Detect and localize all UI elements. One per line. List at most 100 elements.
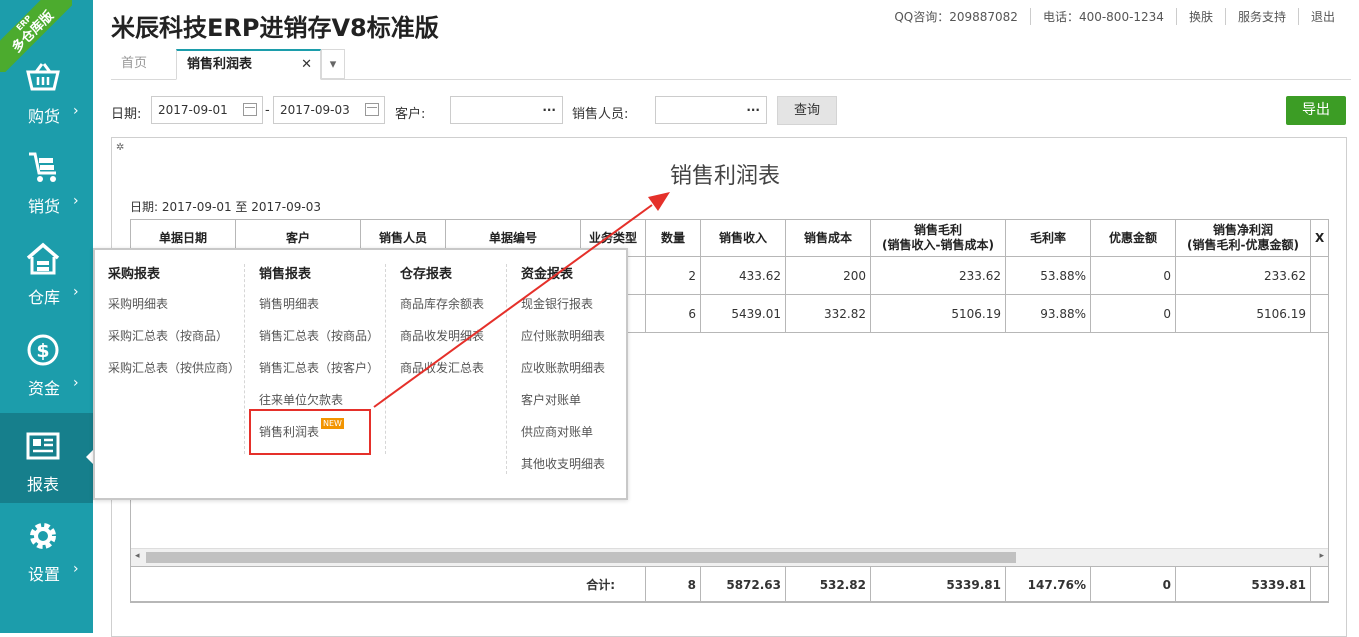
menu-item[interactable]: 商品收发明细表 <box>400 320 500 352</box>
total-net: 5339.81 <box>1175 566 1311 603</box>
date-to-input[interactable]: 2017-09-03 <box>273 96 385 124</box>
table-cell: 6 <box>645 294 701 333</box>
scroll-left-icon[interactable]: ◂ <box>135 551 140 561</box>
tab-bar: 首页 销售利润表 ✕ ▾ <box>111 49 1351 80</box>
tab-home[interactable]: 首页 <box>111 49 175 79</box>
sales-person-input[interactable]: ··· <box>655 96 767 124</box>
date-label: 日期: <box>111 107 142 122</box>
nav-reports-label: 报表 <box>27 475 60 494</box>
qq-contact[interactable]: QQ咨询：209887082 <box>882 8 1030 25</box>
calendar-icon[interactable] <box>243 103 257 116</box>
menu-item[interactable]: 销售明细表 <box>259 288 389 320</box>
nav-finance[interactable]: $ 资金 › <box>0 317 93 407</box>
customer-input[interactable]: ··· <box>450 96 563 124</box>
chevron-right-icon: › <box>73 375 79 391</box>
nav-purchase-label: 购货 <box>28 107 61 126</box>
calendar-icon[interactable] <box>365 103 379 116</box>
menu-item[interactable]: 商品收发汇总表 <box>400 352 500 384</box>
menu-item[interactable]: 应付账款明细表 <box>521 320 631 352</box>
chevron-right-icon: › <box>73 284 79 300</box>
nav-settings[interactable]: 设置 › <box>0 503 93 593</box>
support-link[interactable]: 服务支持 <box>1224 8 1298 25</box>
cart-icon <box>29 152 56 182</box>
top-links: QQ咨询：209887082 电话：400-800-1234 换肤 服务支持 退出 <box>882 8 1347 25</box>
nav-sales[interactable]: 销货 › <box>0 135 93 225</box>
menu-item[interactable]: 销售汇总表（按商品） <box>259 320 389 352</box>
chevron-down-icon[interactable]: ▾ <box>321 49 345 79</box>
date-to-value: 2017-09-03 <box>280 103 350 117</box>
report-icon <box>26 432 60 460</box>
table-cell: 5439.01 <box>700 294 786 333</box>
table-cell: 2 <box>645 256 701 295</box>
menu-col-title: 资金报表 <box>521 267 574 282</box>
tab-sales-profit-label: 销售利润表 <box>187 57 253 72</box>
menu-col-stock: 仓存报表 商品库存余额表 商品收发明细表 商品收发汇总表 <box>385 264 500 454</box>
table-cell: 53.88% <box>1005 256 1091 295</box>
close-icon[interactable]: ✕ <box>301 51 312 79</box>
menu-col-title: 仓存报表 <box>400 267 453 282</box>
date-separator: - <box>265 103 270 118</box>
customer-label: 客户: <box>395 107 426 122</box>
query-button[interactable]: 查询 <box>777 96 837 125</box>
totals-row: 合计: 8 5872.63 532.82 5339.81 147.76% 0 5… <box>130 566 1329 603</box>
more-dots-icon[interactable]: ··· <box>746 97 760 123</box>
nav-finance-label: 资金 <box>28 379 61 398</box>
nav-reports[interactable]: 报表 <box>0 413 93 503</box>
total-cost: 532.82 <box>785 566 871 603</box>
menu-item[interactable]: 商品库存余额表 <box>400 288 500 320</box>
dollar-icon: $ <box>27 334 59 366</box>
nav-warehouse-label: 仓库 <box>28 288 61 307</box>
column-header: 优惠金额 <box>1090 219 1176 257</box>
column-header: 销售净利润 (销售毛利-优惠金额) <box>1175 219 1311 257</box>
table-cell: 433.62 <box>700 256 786 295</box>
more-dots-icon[interactable]: ··· <box>542 97 556 123</box>
chevron-right-icon: › <box>73 193 79 209</box>
chevron-right-icon: › <box>73 103 79 119</box>
report-date-range: 日期: 2017-09-01 至 2017-09-03 <box>130 200 321 214</box>
menu-item[interactable]: 其他收支明细表 <box>521 448 631 480</box>
sidebar: 购货 › 销货 › 仓库 › $ 资金 › 报表 设置 › ERP 多仓库版 <box>0 0 93 633</box>
scroll-right-icon[interactable]: ▸ <box>1319 551 1324 561</box>
menu-item[interactable]: 供应商对账单 <box>521 416 631 448</box>
reports-flyout-menu: 采购报表 采购明细表 采购汇总表（按商品） 采购汇总表（按供应商） 销售报表 销… <box>93 248 628 500</box>
totals-table: 合计: 8 5872.63 532.82 5339.81 147.76% 0 5… <box>130 566 1329 603</box>
skin-link[interactable]: 换肤 <box>1175 8 1225 25</box>
table-cell: 233.62 <box>870 256 1006 295</box>
nav-sales-label: 销货 <box>28 197 61 216</box>
chevron-right-icon: › <box>73 561 79 577</box>
settings-small-icon[interactable]: ✲ <box>116 142 124 153</box>
table-cell: 233.62 <box>1175 256 1311 295</box>
scrollbar-thumb[interactable] <box>146 552 1016 563</box>
menu-item[interactable]: 采购汇总表（按供应商） <box>108 352 240 384</box>
totals-label: 合计: <box>130 566 646 603</box>
gear-icon <box>30 523 56 549</box>
tab-sales-profit[interactable]: 销售利润表 ✕ <box>176 49 321 80</box>
svg-text:$: $ <box>36 340 49 362</box>
column-header: 数量 <box>645 219 701 257</box>
app-title: 米辰科技ERP进销存V8标准版 <box>111 14 439 42</box>
total-spacer <box>1310 566 1329 603</box>
annotation-highlight-box <box>249 409 371 455</box>
table-cell: 0 <box>1090 256 1176 295</box>
table-cell: 200 <box>785 256 871 295</box>
export-button[interactable]: 导出 <box>1286 96 1346 125</box>
horizontal-scrollbar[interactable]: ◂ ▸ <box>131 548 1328 566</box>
menu-item[interactable]: 客户对账单 <box>521 384 631 416</box>
phone-contact: 电话：400-800-1234 <box>1029 8 1176 25</box>
nav-warehouse[interactable]: 仓库 › <box>0 226 93 316</box>
date-from-input[interactable]: 2017-09-01 <box>151 96 263 124</box>
column-header: X <box>1309 219 1330 257</box>
table-cell <box>1309 256 1330 295</box>
logout-link[interactable]: 退出 <box>1297 8 1347 25</box>
menu-item[interactable]: 销售汇总表（按客户） <box>259 352 389 384</box>
menu-item[interactable]: 现金银行报表 <box>521 288 631 320</box>
total-discount: 0 <box>1090 566 1176 603</box>
menu-item[interactable]: 应收账款明细表 <box>521 352 631 384</box>
table-cell: 5106.19 <box>870 294 1006 333</box>
column-header: 销售收入 <box>700 219 786 257</box>
edition-ribbon: ERP 多仓库版 <box>0 0 72 72</box>
total-qty: 8 <box>645 566 701 603</box>
menu-item[interactable]: 采购汇总表（按商品） <box>108 320 238 352</box>
column-header: 销售成本 <box>785 219 871 257</box>
menu-item[interactable]: 采购明细表 <box>108 288 238 320</box>
